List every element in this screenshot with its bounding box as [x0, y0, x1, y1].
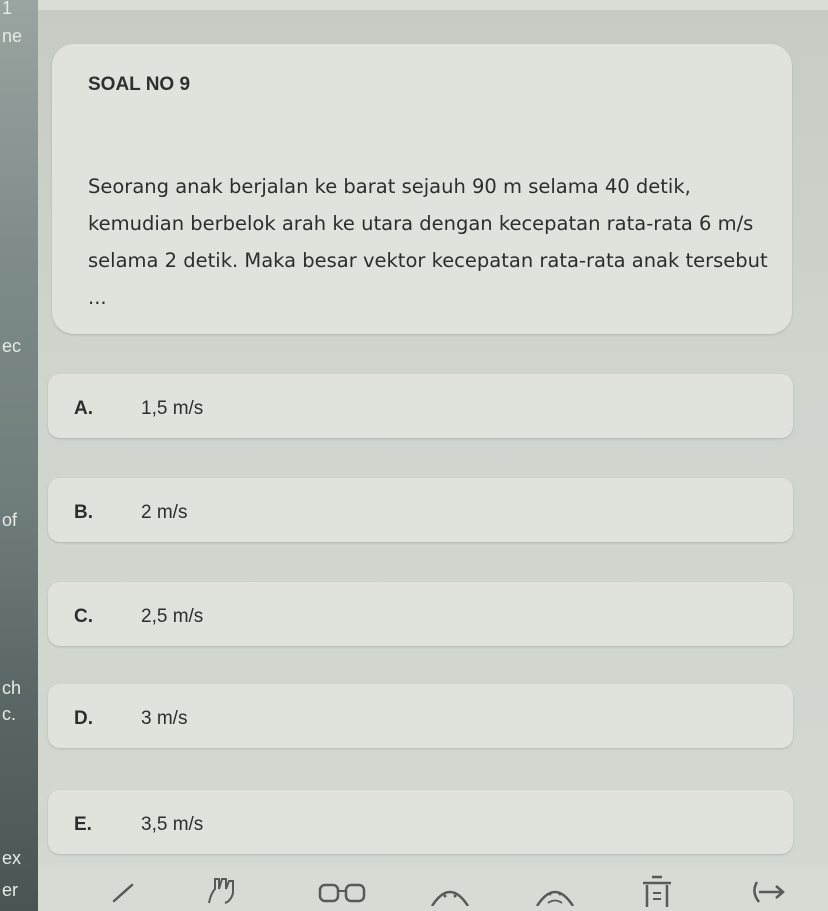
left-fragment: ec — [2, 336, 22, 356]
option-letter: A. — [74, 398, 93, 419]
sad-face-icon[interactable] — [530, 872, 580, 908]
option-letter: D. — [74, 708, 93, 729]
left-fragment: 1 — [2, 0, 13, 18]
left-fragment: of — [2, 510, 18, 530]
option-letter: B. — [74, 502, 93, 523]
glasses-icon[interactable] — [312, 872, 372, 908]
option-letter: C. — [74, 606, 93, 627]
left-background-strip: 1 ne ec of ch c. ex er — [0, 0, 38, 911]
option-e[interactable]: E. 3,5 m/s — [48, 790, 793, 854]
option-d[interactable]: D. 3 m/s — [48, 684, 793, 748]
question-title: SOAL NO 9 — [88, 74, 191, 95]
option-a[interactable]: A. 1,5 m/s — [48, 374, 793, 438]
pen-icon[interactable] — [105, 872, 145, 908]
option-b[interactable]: B. 2 m/s — [48, 478, 793, 542]
app-screen: 1 ne ec of ch c. ex er SOAL NO 9 Seorang… — [0, 0, 828, 911]
option-value: 2,5 m/s — [141, 606, 204, 627]
option-value: 3 m/s — [141, 708, 188, 729]
next-arrow-icon[interactable] — [742, 872, 792, 908]
question-card: SOAL NO 9 Seorang anak berjalan ke barat… — [52, 44, 792, 334]
left-fragment: ex — [2, 848, 22, 868]
option-value: 2 m/s — [141, 502, 188, 523]
left-fragment: ne — [2, 26, 23, 46]
question-text: Seorang anak berjalan ke barat sejauh 90… — [88, 175, 768, 309]
option-c[interactable]: C. 2,5 m/s — [48, 582, 793, 646]
face-icon[interactable] — [425, 872, 475, 908]
left-fragment: ch — [2, 678, 22, 698]
left-fragment: c. — [2, 704, 17, 724]
left-fragment: er — [2, 880, 19, 900]
option-value: 1,5 m/s — [141, 398, 204, 419]
option-letter: E. — [74, 814, 92, 835]
hand-icon[interactable] — [200, 872, 250, 908]
trash-icon[interactable] — [635, 872, 679, 908]
option-value: 3,5 m/s — [141, 814, 204, 835]
top-bar — [38, 0, 828, 10]
